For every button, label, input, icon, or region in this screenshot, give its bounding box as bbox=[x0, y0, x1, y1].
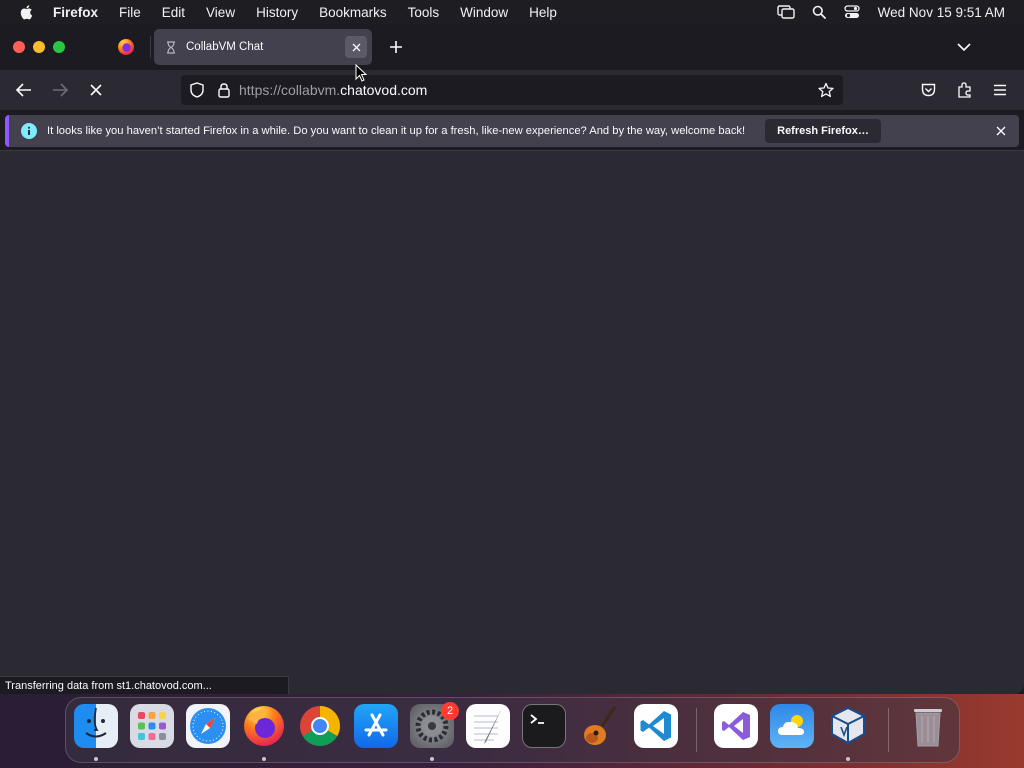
screen-mirroring-icon[interactable] bbox=[776, 4, 795, 20]
launchpad-icon bbox=[138, 712, 166, 740]
arrow-right-icon bbox=[53, 83, 68, 97]
firefox-icon bbox=[118, 39, 134, 55]
page-content-area[interactable] bbox=[0, 151, 1024, 694]
dock-safari[interactable] bbox=[186, 704, 230, 748]
menu-window[interactable]: Window bbox=[460, 5, 508, 20]
pinned-tab-firefox[interactable] bbox=[106, 29, 146, 65]
star-icon bbox=[818, 82, 834, 98]
menu-edit[interactable]: Edit bbox=[162, 5, 185, 20]
menu-tools[interactable]: Tools bbox=[408, 5, 440, 20]
menu-bookmarks[interactable]: Bookmarks bbox=[319, 5, 387, 20]
extensions-button[interactable] bbox=[952, 78, 976, 102]
control-center-icon[interactable] bbox=[843, 4, 861, 20]
virtualbox-icon bbox=[831, 706, 865, 745]
zoom-window-button[interactable] bbox=[53, 41, 65, 53]
running-indicator bbox=[94, 757, 98, 761]
close-window-button[interactable] bbox=[13, 41, 25, 53]
url-bar[interactable]: https://collabvm.chatovod.com bbox=[181, 75, 843, 105]
dock-virtualbox[interactable] bbox=[826, 704, 870, 748]
cloud-sun-icon bbox=[778, 715, 804, 735]
app-menu-button[interactable] bbox=[988, 78, 1012, 102]
vscode-icon bbox=[640, 711, 671, 741]
menubar-clock[interactable]: Wed Nov 15 9:51 AM bbox=[878, 5, 1005, 20]
menu-help[interactable]: Help bbox=[529, 5, 557, 20]
spotlight-search-icon[interactable] bbox=[810, 4, 828, 20]
puzzle-icon bbox=[957, 82, 971, 98]
dock-chrome[interactable] bbox=[298, 704, 342, 748]
list-all-tabs-button[interactable] bbox=[952, 35, 976, 59]
mouse-cursor-icon bbox=[355, 64, 367, 82]
dock-finder[interactable] bbox=[74, 704, 118, 748]
dock-vscode[interactable] bbox=[634, 704, 678, 748]
apple-icon[interactable] bbox=[19, 4, 35, 20]
menu-app-name[interactable]: Firefox bbox=[53, 5, 98, 20]
pocket-icon bbox=[921, 83, 935, 97]
hourglass-icon bbox=[164, 40, 178, 54]
firefox-icon bbox=[244, 706, 284, 746]
dock-separator bbox=[696, 708, 697, 752]
arrow-left-icon bbox=[16, 83, 31, 97]
bookmark-star-button[interactable] bbox=[816, 80, 836, 100]
back-button[interactable] bbox=[12, 78, 36, 102]
dock-firefox[interactable] bbox=[242, 704, 286, 748]
shield-icon[interactable] bbox=[188, 81, 206, 99]
running-indicator bbox=[430, 757, 434, 761]
url-text[interactable]: https://collabvm.chatovod.com bbox=[239, 82, 427, 98]
dock-weather[interactable] bbox=[770, 704, 814, 748]
guitar-icon bbox=[584, 706, 617, 745]
dock-terminal[interactable] bbox=[522, 704, 566, 748]
forward-button[interactable] bbox=[48, 78, 72, 102]
firefox-window: CollabVM Chat https://collabvm.chatovod.… bbox=[0, 24, 1024, 694]
minimize-window-button[interactable] bbox=[33, 41, 45, 53]
dock-trash[interactable] bbox=[906, 704, 950, 748]
status-panel: Transferring data from st1.chatovod.com.… bbox=[0, 676, 289, 694]
dock-launchpad[interactable] bbox=[130, 704, 174, 748]
plus-icon bbox=[390, 41, 402, 53]
safari-compass-icon bbox=[190, 708, 226, 744]
info-icon bbox=[21, 123, 37, 139]
close-icon bbox=[352, 43, 360, 51]
dock-visual-studio[interactable] bbox=[714, 704, 758, 748]
running-indicator bbox=[262, 757, 266, 761]
close-icon bbox=[90, 84, 102, 96]
tab-close-button[interactable] bbox=[345, 36, 367, 58]
notification-close-button[interactable] bbox=[993, 123, 1009, 139]
tab-bar: CollabVM Chat bbox=[0, 24, 1024, 70]
settings-notification-badge: 2 bbox=[441, 702, 459, 720]
pocket-button[interactable] bbox=[916, 78, 940, 102]
url-host: chatovod.com bbox=[340, 82, 428, 98]
trash-icon bbox=[914, 709, 942, 747]
tab-separator bbox=[150, 36, 151, 58]
new-tab-button[interactable] bbox=[384, 35, 408, 59]
dock-textedit[interactable] bbox=[466, 704, 510, 748]
refresh-notification-bar: It looks like you haven’t started Firefo… bbox=[5, 115, 1019, 147]
app-store-icon bbox=[364, 713, 388, 737]
stop-loading-button[interactable] bbox=[84, 78, 108, 102]
dock-app-store[interactable] bbox=[354, 704, 398, 748]
lock-icon[interactable] bbox=[215, 81, 233, 99]
refresh-firefox-button[interactable]: Refresh Firefox… bbox=[765, 119, 881, 143]
finder-icon bbox=[85, 707, 107, 738]
url-prefix: https://collabvm. bbox=[239, 82, 341, 98]
hamburger-menu-icon bbox=[994, 84, 1006, 96]
macos-dock bbox=[65, 697, 960, 763]
dock-garageband[interactable] bbox=[578, 704, 622, 748]
menu-view[interactable]: View bbox=[206, 5, 235, 20]
textedit-icon bbox=[474, 708, 502, 744]
menu-history[interactable]: History bbox=[256, 5, 298, 20]
visual-studio-icon bbox=[722, 712, 750, 740]
navigation-toolbar: https://collabvm.chatovod.com bbox=[0, 70, 1024, 110]
running-indicator bbox=[846, 757, 850, 761]
chevron-down-icon bbox=[957, 42, 971, 51]
terminal-icon bbox=[530, 714, 544, 724]
menu-file[interactable]: File bbox=[119, 5, 141, 20]
close-icon bbox=[996, 126, 1006, 136]
macos-menubar: Firefox File Edit View History Bookmarks… bbox=[0, 0, 1024, 24]
dock-separator bbox=[888, 708, 889, 752]
notification-message: It looks like you haven’t started Firefo… bbox=[47, 125, 746, 137]
chrome-icon bbox=[300, 706, 340, 746]
tab-collabvm-chat[interactable]: CollabVM Chat bbox=[154, 29, 372, 65]
tab-title: CollabVM Chat bbox=[186, 41, 264, 53]
